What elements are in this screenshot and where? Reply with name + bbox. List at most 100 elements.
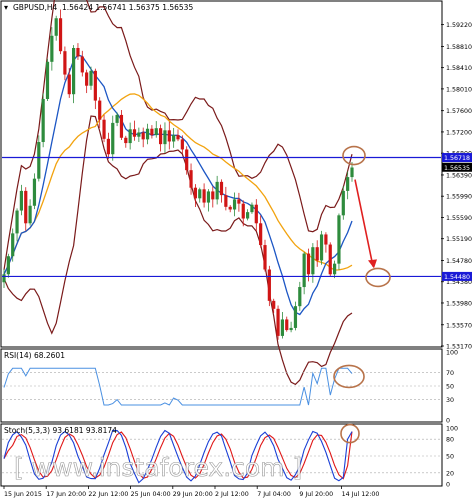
y-tick-label: 1.54780 [446,258,472,265]
candle-body [263,245,267,270]
candle-body [141,132,145,140]
candle-body [302,253,306,288]
candle-body [185,149,189,171]
candle-body [154,128,158,136]
candle-body [237,199,241,204]
candle-body [298,287,302,307]
candle-body [311,247,315,275]
candle-body [341,190,345,216]
x-tick-label: 7 Jul 04:00 [257,491,291,498]
rsi-y-tick-label: 70 [446,370,454,377]
candle-body [176,135,180,140]
stoch-y-tick-label: 0 [446,482,450,489]
candle-body [250,204,254,213]
x-tick-label: 29 Jun 20:00 [173,491,213,498]
candle-body [306,253,311,275]
candle-body [102,119,106,139]
candle-body [45,61,50,99]
candle-body [228,206,232,210]
candle-body [106,138,110,155]
candle-body [19,190,23,211]
candle-body [167,130,171,142]
y-tick-label: 1.53980 [446,300,472,307]
x-tick-label: 2 Jul 12:00 [215,491,249,498]
ohlc-label: 1.56424 1.56741 1.56375 1.56535 [62,3,193,12]
candle-body [346,177,350,191]
symbol-label: GBPUSD,H4 [13,3,58,12]
candle-body [111,122,115,155]
candle-body [159,128,163,145]
candle-body [115,114,119,123]
candle-body [63,51,67,75]
candle-body [32,178,37,206]
y-tick-label: 1.55590 [446,215,472,222]
candle-body [333,263,337,275]
x-tick-label: 9 Jul 20:00 [299,491,333,498]
candle-body [246,212,250,219]
candle-body [219,181,224,196]
candle-body [132,129,137,137]
current-price-box-label: 1.56535 [444,165,470,172]
y-tick-label: 1.58010 [446,86,472,93]
y-tick-label: 1.58810 [446,44,472,51]
candle-body [202,189,206,203]
candle-body [11,233,15,257]
y-tick-label: 1.57600 [446,108,472,115]
y-tick-label: 1.53570 [446,322,472,329]
stoch-y-tick-label: 80 [446,437,454,444]
candle-body [6,256,10,275]
stoch-y-tick-label: 50 [446,454,454,461]
candle-body [137,132,141,137]
candle-body [128,129,132,144]
candle-body [350,167,354,178]
candle-body [58,18,63,52]
candle-body [241,203,245,219]
y-tick-label: 1.57200 [446,129,472,136]
candle-body [215,181,219,200]
stoch-y-tick-label: 20 [446,470,454,477]
candle-body [76,47,80,57]
candle-body [80,56,84,73]
candle-body [193,187,197,199]
stoch-y-tick-label: 100 [446,426,458,433]
level-low-price-box-label: 1.54480 [444,274,470,281]
candle-body [72,47,76,95]
candle-body [67,74,71,95]
main-panel-frame [0,0,443,348]
candle-body [189,170,193,188]
candle-body [28,205,32,224]
y-tick-label: 1.58410 [446,65,472,72]
candle-body [145,128,150,140]
y-tick-label: 1.55990 [446,194,472,201]
level-high-price-box-label: 1.56718 [444,155,470,162]
candle-body [224,195,228,207]
candle-body [2,274,6,283]
stoch-label: Stoch(5,3,3) 93.6181 93.8174 [4,426,117,435]
candle-body [337,215,341,264]
candle-body [37,142,41,179]
candle-body [289,327,293,331]
candle-body [85,72,89,86]
candle-body [232,199,237,210]
watermark: [ www.instaforex.com ] [14,453,302,482]
x-tick-label: 15 Jun 2015 [4,491,42,498]
rsi-y-tick-label: 100 [446,350,458,357]
candle-body [180,139,184,150]
x-tick-label: 17 Jun 20:00 [46,491,86,498]
candle-body [293,306,298,328]
candle-body [285,319,289,331]
header-arrow-icon: ▾ [4,3,8,12]
candle-body [15,210,19,234]
y-tick-label: 1.55190 [446,236,472,243]
candle-body [124,137,128,144]
candle-body [98,100,102,120]
candle-body [254,204,258,224]
x-tick-label: 25 Jun 04:00 [131,491,171,498]
rsi-label: RSI(14) 68.2601 [4,351,65,360]
candle-body [324,234,328,245]
candle-body [280,319,284,336]
candle-body [259,223,263,246]
candle-body [93,70,97,101]
candle-body [50,35,54,62]
y-tick-label: 1.59220 [446,22,472,29]
